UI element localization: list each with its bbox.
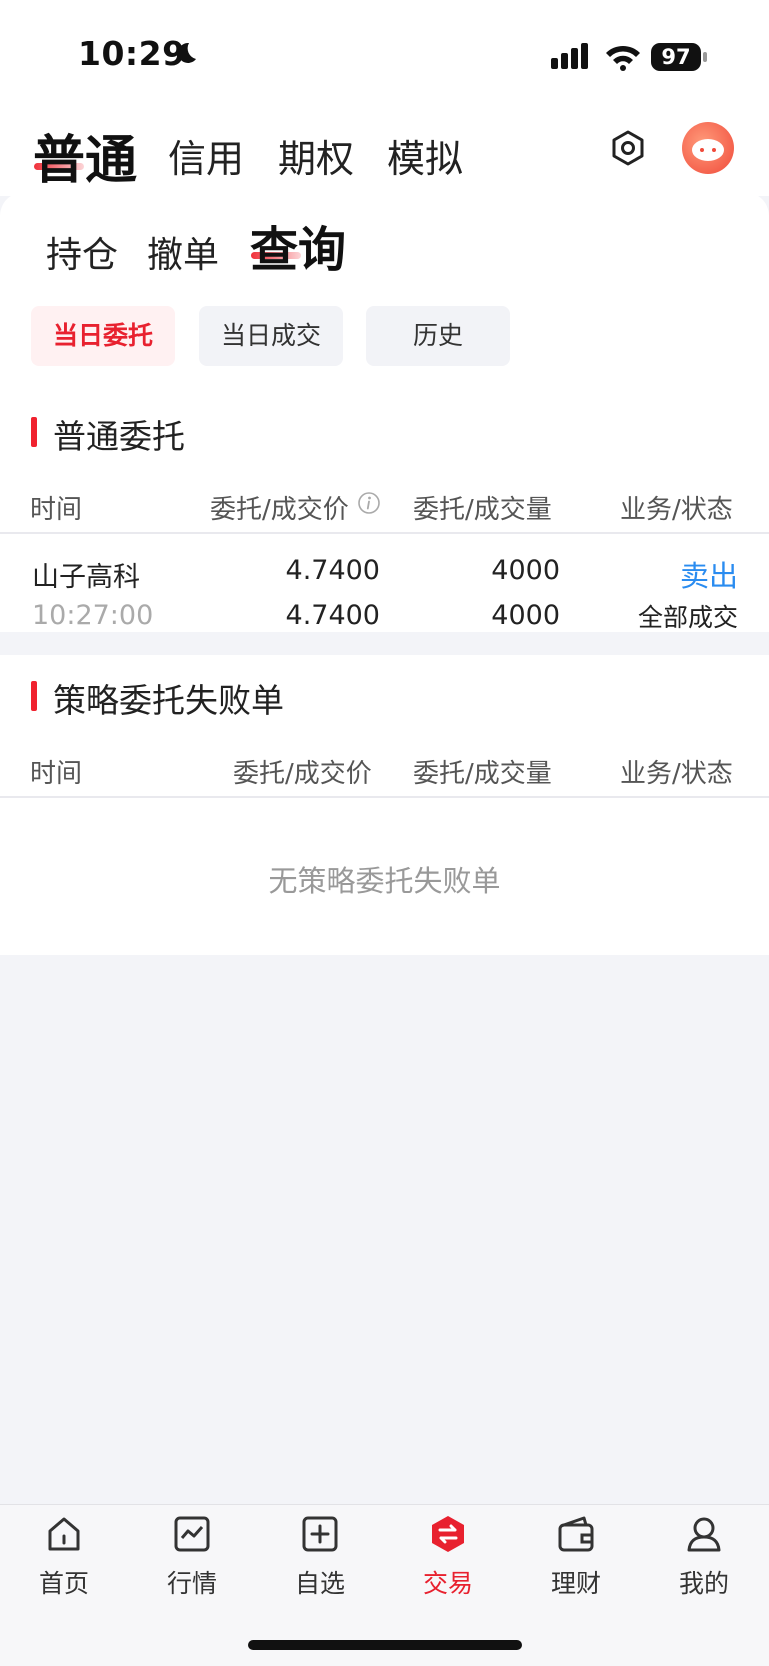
battery-level: 97 (651, 43, 701, 71)
business-type: 卖出 (679, 559, 738, 593)
col-status: 业务/状态 (620, 759, 733, 789)
section-marker (31, 417, 37, 447)
nav-label: 理财 (550, 1569, 601, 1598)
col-time: 时间 (30, 495, 83, 525)
settings-icon[interactable] (610, 130, 646, 166)
divider (0, 796, 769, 798)
order-status: 全部成交 (637, 603, 738, 632)
stock-name: 山子高科 (32, 562, 140, 593)
tab-options[interactable]: 期权 (278, 128, 354, 183)
col-status: 业务/状态 (620, 495, 733, 525)
home-icon (48, 1517, 80, 1551)
battery-nub (703, 52, 707, 62)
deal-price: 4.7400 (285, 600, 380, 631)
col-price: 委托/成交价 (233, 759, 372, 789)
col-time: 时间 (30, 759, 83, 789)
subtab-cancel[interactable]: 撤单 (147, 226, 219, 278)
chart-icon (174, 1516, 210, 1552)
nav-home[interactable]: 首页 (0, 1514, 128, 1614)
nav-trade[interactable]: 交易 (384, 1514, 512, 1614)
nav-wealth[interactable]: 理财 (512, 1514, 640, 1614)
user-icon (687, 1517, 721, 1552)
section-marker (31, 681, 37, 711)
cellular-signal-icon (551, 43, 588, 69)
chip-today-deals[interactable]: 当日成交 (199, 306, 343, 366)
home-indicator (248, 1640, 522, 1650)
info-icon[interactable] (357, 491, 381, 515)
moon-icon (178, 42, 196, 63)
section-title-orders: 普通委托 (53, 417, 185, 456)
wifi-icon (606, 45, 640, 71)
avatar[interactable] (682, 122, 734, 174)
order-price: 4.7400 (285, 555, 380, 586)
deal-qty: 4000 (491, 600, 560, 631)
trade-icon (432, 1516, 464, 1552)
section-title-strategy: 策略委托失败单 (53, 681, 284, 720)
tab-credit[interactable]: 信用 (168, 128, 244, 183)
status-time: 10:29 (78, 34, 186, 73)
chip-today-orders[interactable]: 当日委托 (31, 306, 175, 366)
nav-watchlist[interactable]: 自选 (256, 1514, 384, 1614)
nav-mine[interactable]: 我的 (640, 1514, 768, 1614)
tab-normal[interactable]: 普通 (33, 118, 137, 193)
nav-label: 自选 (294, 1569, 345, 1598)
add-square-icon (302, 1516, 338, 1552)
col-qty: 委托/成交量 (413, 495, 552, 525)
col-qty: 委托/成交量 (413, 759, 552, 789)
empty-state-text: 无策略委托失败单 (268, 864, 501, 898)
chip-history[interactable]: 历史 (366, 306, 510, 366)
nav-label: 首页 (38, 1569, 89, 1598)
col-price: 委托/成交价 (210, 495, 349, 525)
chat-bubble-icon (692, 139, 724, 161)
subtab-positions[interactable]: 持仓 (46, 226, 118, 278)
nav-market[interactable]: 行情 (128, 1514, 256, 1614)
nav-label: 我的 (678, 1569, 729, 1598)
nav-label: 交易 (422, 1569, 473, 1598)
subtab-query[interactable]: 查询 (250, 210, 346, 280)
tab-simulation[interactable]: 模拟 (387, 128, 463, 183)
order-qty: 4000 (491, 555, 560, 586)
nav-label: 行情 (166, 1569, 217, 1598)
order-time: 10:27:00 (32, 600, 154, 631)
wallet-icon (558, 1516, 594, 1552)
